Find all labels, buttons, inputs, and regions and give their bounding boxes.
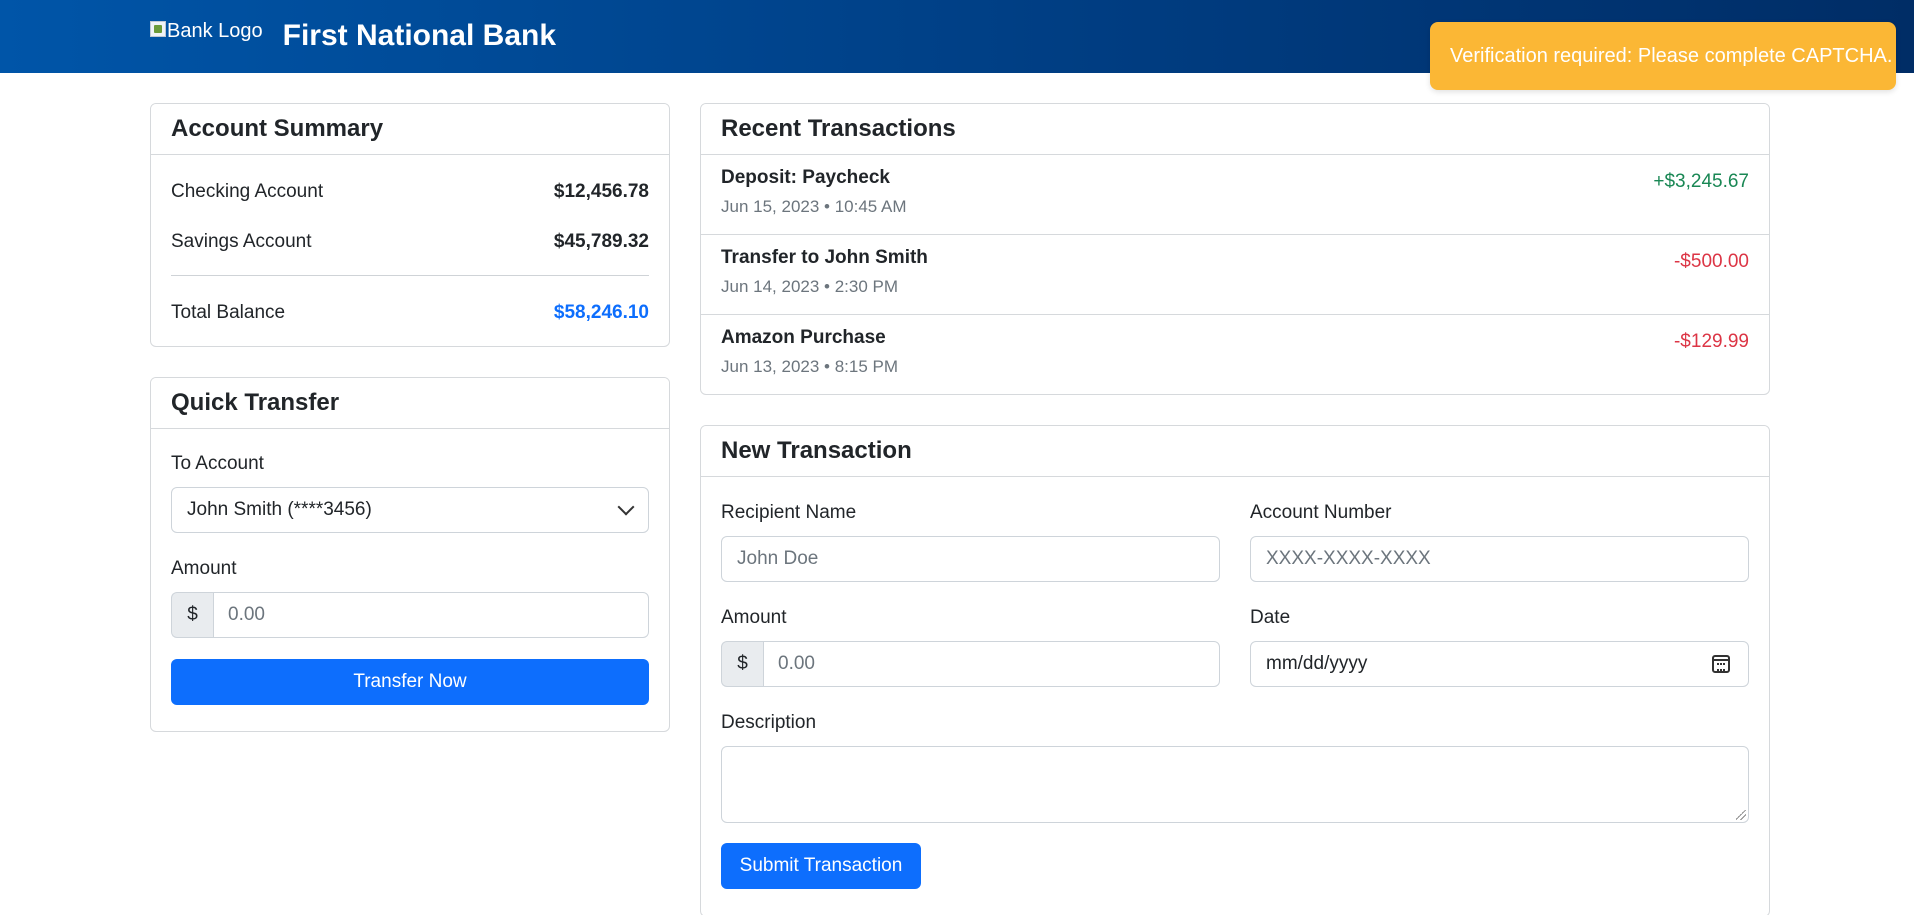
brand[interactable]: Bank Logo First National Bank bbox=[150, 19, 556, 53]
amount-input[interactable]: 0.00 bbox=[763, 641, 1220, 687]
recipient-name-input[interactable]: John Doe bbox=[721, 536, 1220, 582]
resize-handle-icon[interactable] bbox=[1736, 810, 1746, 820]
description-label: Description bbox=[721, 712, 817, 733]
savings-account-label: Savings Account bbox=[171, 231, 312, 252]
total-balance-label: Total Balance bbox=[171, 302, 286, 323]
quick-transfer-title: Quick Transfer bbox=[151, 378, 669, 429]
savings-account-balance: $45,789.32 bbox=[553, 231, 649, 252]
quick-transfer-card: Quick Transfer To Account John Smith (**… bbox=[150, 377, 670, 732]
transaction-date: Jun 13, 2023 • 8:15 PM bbox=[721, 357, 899, 376]
bank-title: First National Bank bbox=[282, 19, 557, 52]
total-balance-row: Total Balance $58,246.10 bbox=[171, 288, 649, 338]
transactions-list: Deposit: Paycheck Jun 15, 2023 • 10:45 A… bbox=[701, 155, 1769, 394]
captcha-warning-toast: Verification required: Please complete C… bbox=[1430, 22, 1896, 90]
transaction-amount: +$3,245.67 bbox=[1653, 171, 1749, 192]
new-transaction-title: New Transaction bbox=[701, 426, 1769, 477]
transaction-row[interactable]: Deposit: Paycheck Jun 15, 2023 • 10:45 A… bbox=[701, 155, 1769, 235]
transaction-name: Deposit: Paycheck bbox=[721, 167, 890, 188]
transaction-date: Jun 14, 2023 • 2:30 PM bbox=[721, 277, 899, 296]
transaction-amount: -$129.99 bbox=[1673, 331, 1749, 352]
checking-account-row: Checking Account $12,456.78 bbox=[171, 167, 649, 217]
transfer-now-button[interactable]: Transfer Now bbox=[171, 659, 649, 705]
toast-message: Verification required: Please complete C… bbox=[1450, 44, 1893, 67]
description-textarea[interactable] bbox=[721, 746, 1749, 823]
bank-logo-image: Bank Logo bbox=[150, 20, 263, 52]
account-number-label: Account Number bbox=[1250, 502, 1392, 523]
transaction-amount: -$500.00 bbox=[1673, 251, 1749, 272]
date-placeholder: mm/dd/yyyy bbox=[1266, 653, 1368, 674]
currency-prefix: $ bbox=[171, 592, 213, 638]
date-input[interactable]: mm/dd/yyyy bbox=[1250, 641, 1749, 687]
broken-image-icon bbox=[150, 21, 166, 37]
summary-divider bbox=[171, 275, 649, 276]
recent-transactions-title: Recent Transactions bbox=[701, 104, 1769, 155]
recipient-name-label: Recipient Name bbox=[721, 502, 857, 523]
amount-group: $ 0.00 bbox=[721, 641, 1220, 687]
transaction-date: Jun 15, 2023 • 10:45 AM bbox=[721, 197, 907, 216]
to-account-label: To Account bbox=[171, 453, 264, 474]
currency-prefix: $ bbox=[721, 641, 763, 687]
chevron-down-icon bbox=[617, 498, 635, 516]
bank-logo-alt-text: Bank Logo bbox=[167, 20, 263, 42]
quick-amount-label: Amount bbox=[171, 558, 237, 579]
transaction-name: Transfer to John Smith bbox=[721, 247, 928, 268]
submit-transaction-button[interactable]: Submit Transaction bbox=[721, 843, 921, 889]
quick-amount-input[interactable]: 0.00 bbox=[213, 592, 649, 638]
savings-account-row: Savings Account $45,789.32 bbox=[171, 217, 649, 267]
calendar-icon[interactable] bbox=[1712, 655, 1730, 673]
quick-amount-group: $ 0.00 bbox=[171, 592, 649, 638]
transaction-row[interactable]: Transfer to John Smith Jun 14, 2023 • 2:… bbox=[701, 235, 1769, 315]
account-number-input[interactable]: XXXX-XXXX-XXXX bbox=[1250, 536, 1749, 582]
to-account-selected-value: John Smith (****3456) bbox=[187, 499, 372, 520]
transaction-name: Amazon Purchase bbox=[721, 327, 886, 348]
new-transaction-card: New Transaction Recipient Name John Doe … bbox=[700, 425, 1770, 915]
amount-label: Amount bbox=[721, 607, 787, 628]
account-summary-card: Account Summary Checking Account $12,456… bbox=[150, 103, 670, 347]
account-summary-title: Account Summary bbox=[151, 104, 669, 155]
total-balance-value: $58,246.10 bbox=[553, 302, 649, 323]
date-label: Date bbox=[1250, 607, 1291, 628]
transaction-row[interactable]: Amazon Purchase Jun 13, 2023 • 8:15 PM -… bbox=[701, 315, 1769, 394]
checking-account-label: Checking Account bbox=[171, 181, 324, 202]
recent-transactions-card: Recent Transactions Deposit: Paycheck Ju… bbox=[700, 103, 1770, 395]
to-account-select[interactable]: John Smith (****3456) bbox=[171, 487, 649, 533]
checking-account-balance: $12,456.78 bbox=[553, 181, 649, 202]
